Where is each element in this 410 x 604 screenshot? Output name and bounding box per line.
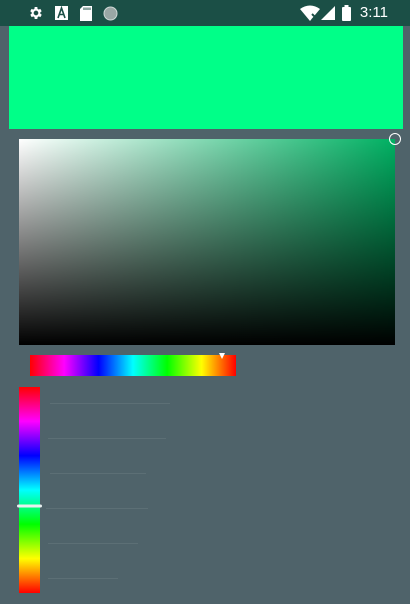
- status-time: 3:11: [359, 4, 388, 21]
- status-bar: 3:11: [0, 0, 410, 26]
- hue-slider-vertical[interactable]: [17, 387, 42, 593]
- background-texture: [48, 438, 166, 439]
- saturation-value-picker[interactable]: [19, 133, 401, 345]
- color-picker-screen: 3:11: [0, 0, 410, 604]
- color-preview-swatch: [9, 26, 403, 129]
- battery-icon: [341, 4, 351, 22]
- hue-slider-vertical-thumb[interactable]: [17, 504, 42, 508]
- hue-slider-horizontal[interactable]: [30, 353, 236, 376]
- hue-slider-horizontal-thumb[interactable]: [218, 353, 225, 359]
- text-a-icon: [54, 4, 68, 22]
- background-texture: [50, 403, 170, 404]
- sync-circle-icon: [102, 4, 118, 22]
- background-texture: [48, 578, 118, 579]
- cell-signal-icon: [321, 4, 335, 22]
- sv-picker-handle[interactable]: [389, 133, 401, 145]
- settings-icon: [27, 4, 45, 22]
- left-edge: [0, 26, 9, 604]
- sd-card-icon: [79, 4, 93, 22]
- background-texture: [46, 508, 148, 509]
- wifi-off-icon: [300, 4, 320, 22]
- background-texture: [50, 473, 146, 474]
- background-texture: [48, 543, 138, 544]
